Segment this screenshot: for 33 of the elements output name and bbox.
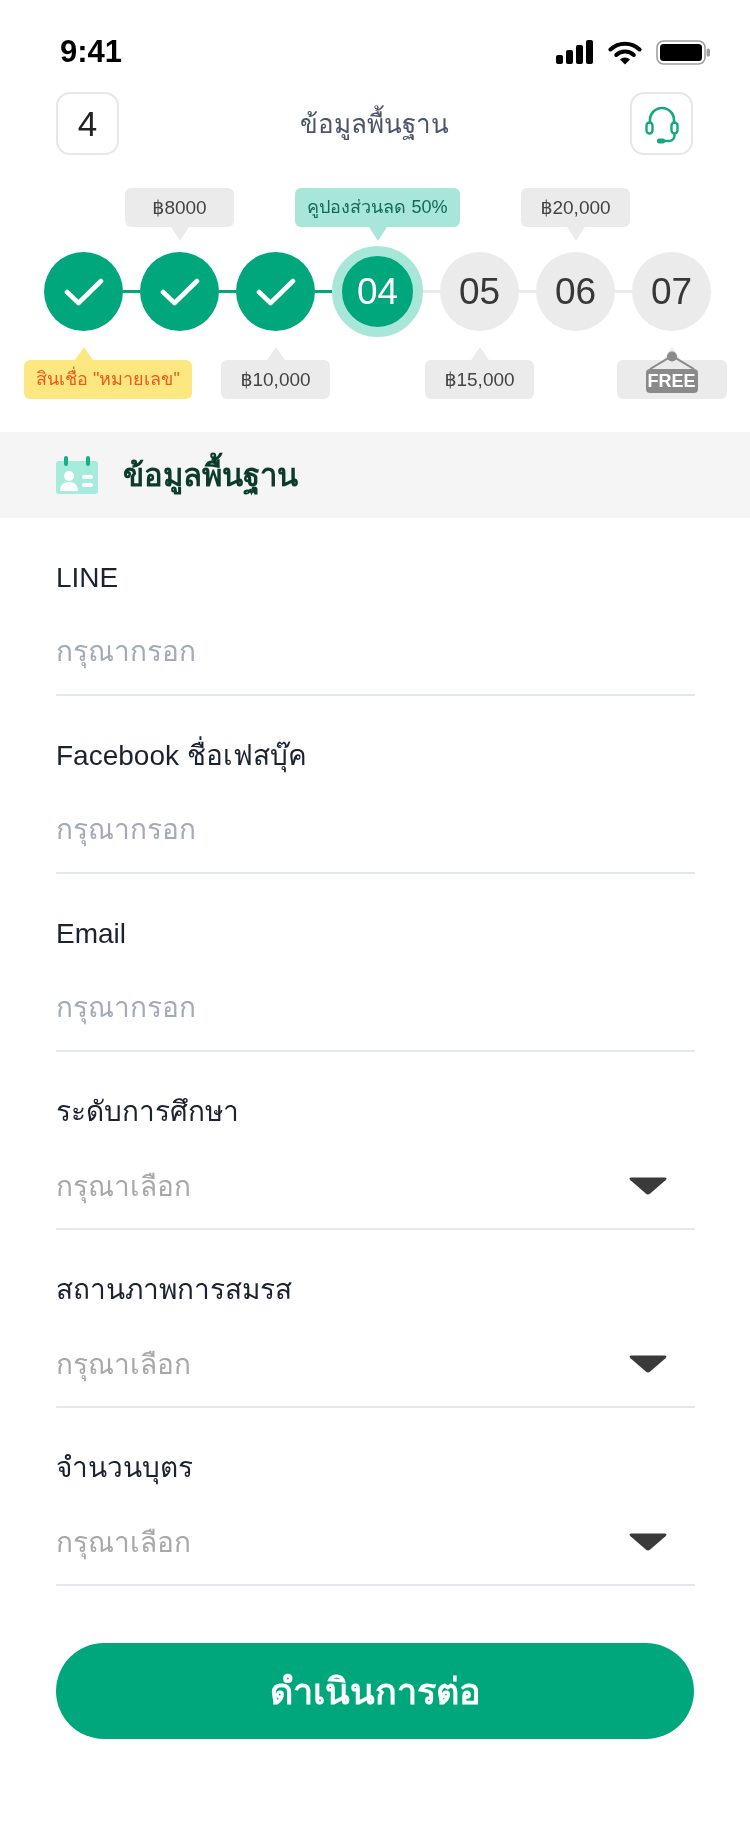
dropdown-field[interactable]: กรุณาเลือก <box>56 1334 695 1408</box>
continue-button[interactable]: ดำเนินการต่อ <box>56 1643 694 1739</box>
step-circle: 05 <box>440 252 519 331</box>
text-input[interactable]: กรุณากรอก <box>56 622 695 696</box>
section-title: ข้อมูลพื้นฐาน <box>123 450 298 500</box>
id-card-icon <box>56 456 98 494</box>
caret-icon <box>628 1354 668 1374</box>
caret-icon <box>628 1176 668 1196</box>
field-label: สถานภาพการสมรส <box>56 1273 293 1307</box>
dropdown-field[interactable]: กรุณาเลือก <box>56 1156 695 1230</box>
wifi-icon <box>608 39 642 65</box>
signal-icon <box>556 40 594 64</box>
support-button[interactable] <box>630 92 693 155</box>
field-label: LINE <box>56 561 120 595</box>
check-icon <box>63 277 104 306</box>
battery-icon <box>656 39 710 65</box>
step-number-box: 4 <box>56 92 119 155</box>
step-circle: 07 <box>632 252 711 331</box>
check-icon <box>255 277 296 306</box>
dropdown-field[interactable]: กรุณาเลือก <box>56 1512 695 1586</box>
field-label: Email <box>56 917 127 951</box>
step-circle: 06 <box>536 252 615 331</box>
status-time: 9:41 <box>60 34 123 70</box>
field-label: จำนวนบุตร <box>56 1451 194 1487</box>
page-title: ข้อมูลพื้นฐาน <box>300 103 449 144</box>
step-circle: 04 <box>332 246 423 337</box>
caret-icon <box>628 1532 668 1552</box>
free-sign: FREE <box>645 369 698 393</box>
field-label: ระดับการศึกษา <box>56 1095 240 1129</box>
field-label: Facebook ชื่อเฟสบุ๊ค <box>56 736 695 776</box>
text-input[interactable]: กรุณากรอก <box>56 800 695 874</box>
text-input[interactable]: กรุณากรอก <box>56 978 695 1052</box>
check-icon <box>159 277 200 306</box>
